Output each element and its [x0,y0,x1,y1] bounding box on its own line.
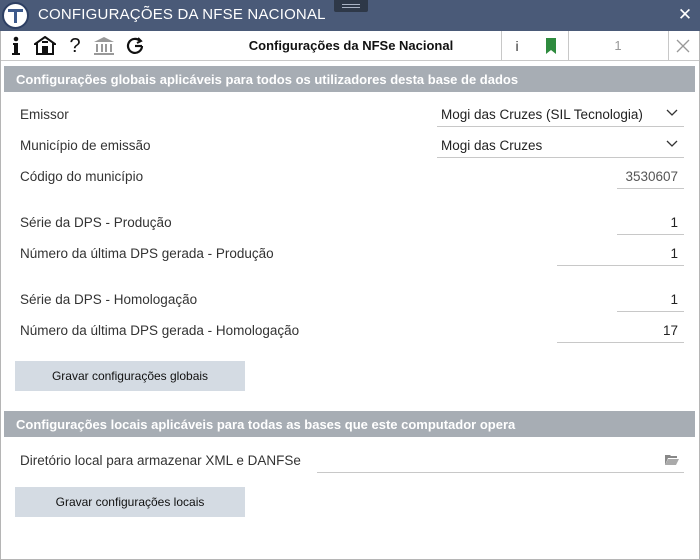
window-title: CONFIGURAÇÕES DA NFSE NACIONAL [38,6,326,23]
emissor-select[interactable]: Mogi das Cruzes (SIL Tecnologia) [437,103,684,127]
toolbar: ? Configurações da NFSe Nacional i 1 [0,31,700,61]
folder-open-icon[interactable] [664,453,680,466]
serie-prod-label: Série da DPS - Produção [20,215,172,230]
toolbar-divider [501,31,502,61]
toolbar-divider [668,31,669,61]
save-global-button[interactable]: Gravar configurações globais [15,361,245,391]
codigo-field: 3530607 [617,165,684,189]
chevron-down-icon [666,109,678,116]
municipio-select[interactable]: Mogi das Cruzes [437,134,684,158]
serie-hom-input[interactable]: 1 [617,288,684,312]
info-icon[interactable] [4,34,28,58]
numero-prod-input[interactable]: 1 [557,242,684,266]
record-count: 1 [614,38,622,53]
local-config-header: Configurações locais aplicáveis para tod… [4,411,695,437]
close-icon[interactable] [671,34,695,58]
save-local-button[interactable]: Gravar configurações locais [15,487,245,517]
help-icon[interactable]: ? [63,34,87,58]
serie-hom-label: Série da DPS - Homologação [20,292,198,307]
emissor-label: Emissor [20,107,69,122]
building-icon[interactable] [33,34,57,58]
directory-input[interactable] [317,449,684,473]
refresh-icon[interactable] [123,34,147,58]
emissor-value: Mogi das Cruzes (SIL Tecnologia) [441,107,643,122]
window-close-button[interactable]: ✕ [676,5,694,25]
numero-hom-input[interactable]: 17 [557,319,684,343]
serie-prod-input[interactable]: 1 [617,211,684,235]
directory-label: Diretório local para armazenar XML e DAN… [20,453,301,468]
info-small-icon[interactable]: i [505,34,529,58]
global-config-header: Configurações globais aplicáveis para to… [4,66,695,92]
municipio-value: Mogi das Cruzes [441,138,543,153]
app-logo-icon [2,2,29,29]
title-bar: CONFIGURAÇÕES DA NFSE NACIONAL ✕ [0,0,700,31]
municipio-label: Município de emissão [20,138,151,153]
chevron-down-icon [666,140,678,147]
numero-prod-label: Número da última DPS gerada - Produção [20,246,274,261]
bookmark-icon[interactable] [539,34,563,58]
codigo-label: Código do município [20,169,144,184]
bank-icon[interactable] [92,34,116,58]
toolbar-title: Configurações da NFSe Nacional [248,38,454,53]
numero-hom-label: Número da última DPS gerada - Homologaçã… [20,323,300,338]
drag-handle[interactable] [334,0,368,12]
